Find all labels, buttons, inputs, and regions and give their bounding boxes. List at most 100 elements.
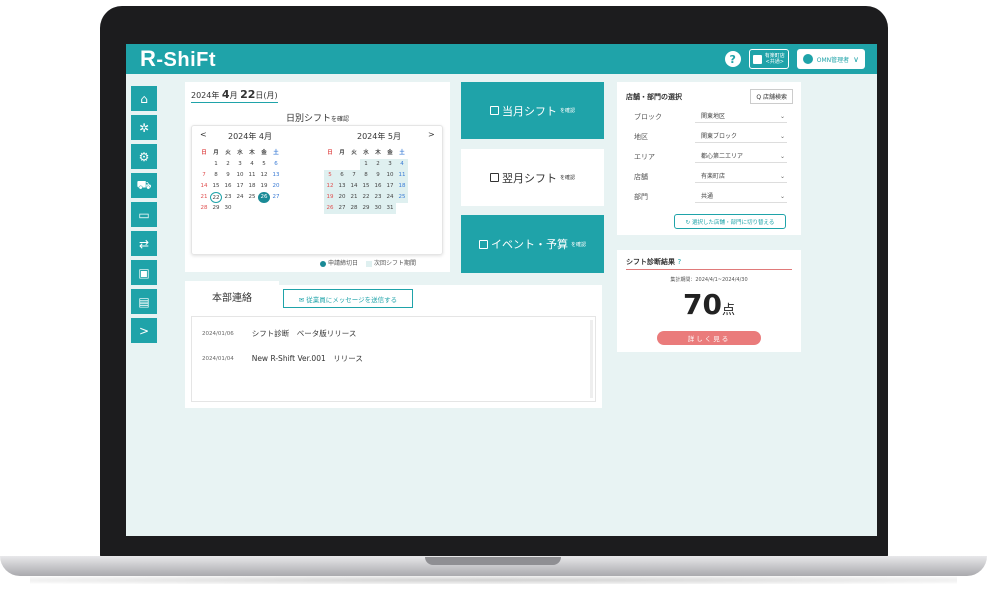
calendar-day[interactable]: 11 bbox=[246, 170, 258, 181]
calendar-day[interactable]: 28 bbox=[198, 203, 210, 214]
calendar-day[interactable]: 2 bbox=[372, 159, 384, 170]
events-budget-button[interactable]: イベント・予算 を確認 bbox=[461, 215, 604, 273]
calendar-day[interactable]: 8 bbox=[360, 170, 372, 181]
calendar-day[interactable]: 22 bbox=[210, 192, 222, 203]
store-select-dropdown[interactable]: 関東ブロック ⌄ bbox=[695, 130, 787, 143]
weekday-header: 木 bbox=[375, 150, 381, 156]
store-select-value: 関東ブロック bbox=[701, 133, 738, 140]
send-message-button[interactable]: ✉ 従業員にメッセージを送信する bbox=[283, 289, 413, 308]
calendar-day[interactable]: 1 bbox=[210, 159, 222, 170]
calendar-day[interactable]: 24 bbox=[384, 192, 396, 203]
daily-shift-link[interactable]: 日別シフトを確認 bbox=[185, 111, 450, 124]
calendar-day[interactable]: 12 bbox=[324, 181, 336, 192]
store-select-dropdown[interactable]: 関東地区 ⌄ bbox=[695, 110, 787, 123]
sidebar-item-expand[interactable]: > bbox=[131, 318, 157, 343]
calendar-day[interactable]: 5 bbox=[258, 159, 270, 170]
calendar-day[interactable]: 29 bbox=[210, 203, 222, 214]
calendar-day[interactable]: 11 bbox=[396, 170, 408, 181]
calendar-day[interactable]: 4 bbox=[396, 159, 408, 170]
sidebar-item-settings[interactable]: ⚙ bbox=[131, 144, 157, 169]
calendar-day[interactable]: 13 bbox=[336, 181, 348, 192]
sidebar-item-folder[interactable]: ▭ bbox=[131, 202, 157, 227]
calendar-day[interactable]: 3 bbox=[234, 159, 246, 170]
calendar-day[interactable]: 14 bbox=[198, 181, 210, 192]
news-item[interactable]: 2024/01/06 シフト診断 ベータ版リリース bbox=[202, 328, 356, 339]
calendar-day[interactable]: 7 bbox=[198, 170, 210, 181]
weekday-header: 木 bbox=[249, 150, 255, 156]
calendar-day[interactable]: 24 bbox=[234, 192, 246, 203]
current-date: 2024年 4月 22日(月) bbox=[191, 88, 278, 103]
calendar-day[interactable]: 30 bbox=[372, 203, 384, 214]
calendar-day[interactable]: 18 bbox=[396, 181, 408, 192]
tab-hq-notice[interactable]: 本部連絡 bbox=[185, 281, 279, 312]
sidebar-item-swap[interactable]: ⇄ bbox=[131, 231, 157, 256]
news-item[interactable]: 2024/01/04 New R-Shift Ver.001 リリース bbox=[202, 353, 363, 364]
calendar-day[interactable]: 2 bbox=[222, 159, 234, 170]
calendar-day[interactable]: 6 bbox=[336, 170, 348, 181]
calendar-day[interactable]: 27 bbox=[270, 192, 282, 203]
weekday-header: 火 bbox=[351, 150, 357, 156]
store-row-label: 地区 bbox=[634, 133, 648, 141]
calendar-day[interactable]: 17 bbox=[384, 181, 396, 192]
calendar-day[interactable]: 1 bbox=[360, 159, 372, 170]
sidebar-item-gear[interactable]: ✲ bbox=[131, 115, 157, 140]
calendar-day[interactable]: 27 bbox=[336, 203, 348, 214]
calendar-day[interactable]: 4 bbox=[246, 159, 258, 170]
calendar-day[interactable]: 7 bbox=[348, 170, 360, 181]
calendar-day[interactable]: 26 bbox=[258, 192, 270, 203]
calendar-day[interactable]: 16 bbox=[222, 181, 234, 192]
calendar-day[interactable]: 18 bbox=[246, 181, 258, 192]
calendar-day[interactable]: 3 bbox=[384, 159, 396, 170]
calendar-day[interactable]: 23 bbox=[372, 192, 384, 203]
news-scrollbar[interactable] bbox=[590, 320, 593, 398]
calendar-day[interactable]: 8 bbox=[210, 170, 222, 181]
store-select-dropdown[interactable]: 共通 ⌄ bbox=[695, 190, 787, 203]
calendar-day[interactable]: 9 bbox=[222, 170, 234, 181]
calendar-day[interactable]: 28 bbox=[348, 203, 360, 214]
calendar-day[interactable]: 21 bbox=[198, 192, 210, 203]
calendar-day[interactable]: 30 bbox=[222, 203, 234, 214]
current-month-shift-button[interactable]: 当月シフト を確認 bbox=[461, 82, 604, 139]
calendar-day[interactable]: 25 bbox=[396, 192, 408, 203]
calendar-day[interactable]: 5 bbox=[324, 170, 336, 181]
store-select-dropdown[interactable]: 有楽町店 ⌄ bbox=[695, 170, 787, 183]
sidebar-item-book[interactable]: ▤ bbox=[131, 289, 157, 314]
calendar-day[interactable]: 19 bbox=[258, 181, 270, 192]
calendar-day[interactable]: 23 bbox=[222, 192, 234, 203]
app-logo[interactable]: R-ShiFt bbox=[140, 46, 216, 72]
calendar-day[interactable]: 26 bbox=[324, 203, 336, 214]
calendar-day[interactable]: 17 bbox=[234, 181, 246, 192]
calendar-day[interactable]: 21 bbox=[348, 192, 360, 203]
calendar-day[interactable]: 20 bbox=[336, 192, 348, 203]
switch-store-button[interactable]: ↻ 選択した店舗・部門に切り替える bbox=[674, 214, 786, 229]
calendar-day[interactable]: 9 bbox=[372, 170, 384, 181]
calendar-day[interactable]: 10 bbox=[234, 170, 246, 181]
calendar-day[interactable]: 6 bbox=[270, 159, 282, 170]
store-search-button[interactable]: Q 店舗検索 bbox=[750, 89, 793, 104]
calendar-day[interactable]: 12 bbox=[258, 170, 270, 181]
sidebar-item-home[interactable]: ⌂ bbox=[131, 86, 157, 111]
store-select-dropdown[interactable]: 都心第二エリア ⌄ bbox=[695, 150, 787, 163]
next-month-shift-button[interactable]: 翌月シフト を確認 bbox=[461, 149, 604, 206]
calendar-day[interactable]: 16 bbox=[372, 181, 384, 192]
calendar-day[interactable]: 20 bbox=[270, 181, 282, 192]
calendar-next-button[interactable]: > bbox=[428, 130, 435, 139]
calendar-day[interactable]: 19 bbox=[324, 192, 336, 203]
calendar-day[interactable]: 14 bbox=[348, 181, 360, 192]
calendar-day[interactable]: 13 bbox=[270, 170, 282, 181]
user-menu-button[interactable]: OMN管理者 ∨ bbox=[796, 49, 865, 69]
calendar-day[interactable]: 15 bbox=[210, 181, 222, 192]
help-button[interactable]: ? bbox=[724, 51, 741, 67]
calendar-day[interactable]: 10 bbox=[384, 170, 396, 181]
calendar-day[interactable]: 22 bbox=[360, 192, 372, 203]
diagnosis-detail-button[interactable]: 詳しく見る bbox=[657, 331, 761, 345]
diagnosis-help-icon[interactable]: ? bbox=[677, 258, 681, 266]
calendar-prev-button[interactable]: < bbox=[200, 130, 207, 139]
store-button[interactable]: 有楽町店 <共通> bbox=[748, 49, 789, 69]
calendar-day[interactable]: 25 bbox=[246, 192, 258, 203]
sidebar-item-cart[interactable]: ⛟ bbox=[131, 173, 157, 198]
calendar-day[interactable]: 31 bbox=[384, 203, 396, 214]
sidebar-item-monitor[interactable]: ▣ bbox=[131, 260, 157, 285]
calendar-day[interactable]: 29 bbox=[360, 203, 372, 214]
calendar-day[interactable]: 15 bbox=[360, 181, 372, 192]
